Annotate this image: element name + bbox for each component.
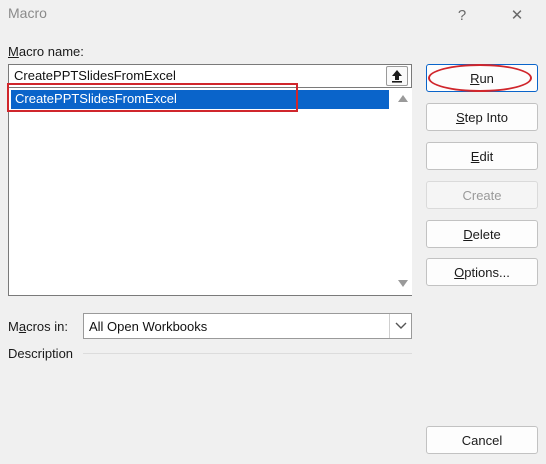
cancel-button[interactable]: Cancel [426, 426, 538, 454]
run-button[interactable]: Run [426, 64, 538, 92]
title-bar: Macro ? ✕ [0, 0, 546, 30]
close-button[interactable]: ✕ [502, 3, 532, 27]
close-icon: ✕ [510, 7, 524, 24]
macro-name-input[interactable]: CreatePPTSlidesFromExcel [8, 64, 412, 88]
upload-arrow-icon [392, 70, 402, 83]
edit-button[interactable]: Edit [426, 142, 538, 170]
macros-in-selected-value: All Open Workbooks [89, 319, 208, 334]
options-button[interactable]: Options... [426, 258, 538, 286]
macro-list[interactable]: CreatePPTSlidesFromExcel [8, 88, 412, 296]
description-divider [83, 353, 412, 354]
dropdown-toggle[interactable] [389, 314, 411, 338]
scroll-down-icon[interactable] [398, 280, 408, 287]
browse-up-button[interactable] [386, 66, 408, 86]
macro-name-label: Macro name: [8, 44, 84, 59]
delete-button[interactable]: Delete [426, 220, 538, 248]
step-into-button[interactable]: Step Into [426, 103, 538, 131]
scroll-up-icon[interactable] [398, 95, 408, 102]
macros-in-dropdown[interactable]: All Open Workbooks [83, 313, 412, 339]
description-label: Description [8, 346, 74, 361]
help-button[interactable]: ? [447, 3, 477, 27]
list-scrollbar[interactable] [394, 88, 412, 295]
macro-name-value: CreatePPTSlidesFromExcel [14, 68, 176, 83]
macro-list-item-selected[interactable]: CreatePPTSlidesFromExcel [11, 90, 389, 109]
macros-in-label: Macros in: [8, 319, 68, 334]
help-icon: ? [457, 6, 467, 24]
create-button[interactable]: Create [426, 181, 538, 209]
window-title: Macro [8, 5, 47, 21]
chevron-down-icon [395, 322, 406, 329]
